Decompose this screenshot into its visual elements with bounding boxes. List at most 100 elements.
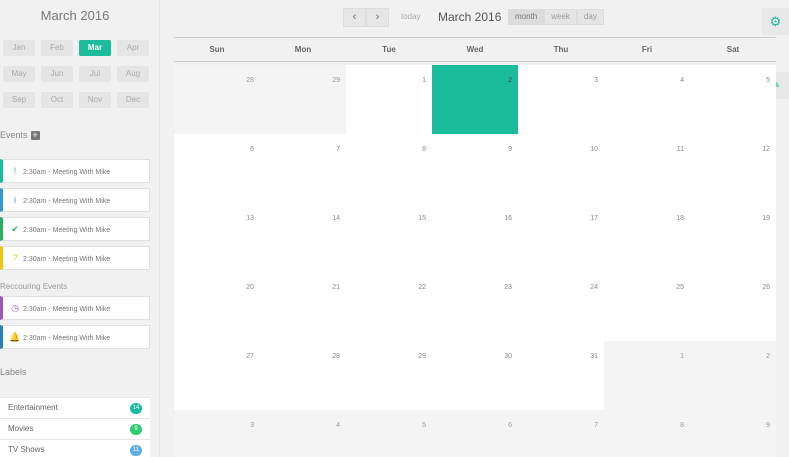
day-number: 16 [504, 215, 512, 222]
event-item[interactable]: ✔ 2:30am - Meeting With Mike [0, 217, 150, 241]
day-cell[interactable]: 17 [518, 203, 604, 272]
month-sep[interactable]: Sep [3, 92, 35, 108]
sidebar: March 2016 Jan Feb Mar Apr May Jun Jul Aug Sep Oc… [0, 0, 160, 457]
day-number: 29 [418, 353, 426, 360]
day-cell[interactable]: 2 [690, 341, 776, 410]
event-item[interactable]: ! 2:30am - Meeting With Mike [0, 159, 150, 183]
day-cell[interactable]: 5 [690, 65, 776, 134]
month-mar[interactable]: Mar [79, 40, 111, 56]
event-label: 2:30am - Meeting With Mike [23, 335, 111, 342]
event-item[interactable]: i 2:30am - Meeting With Mike [0, 188, 150, 212]
day-cell[interactable]: 1 [604, 341, 690, 410]
day-cell[interactable]: 9 [432, 134, 518, 203]
day-cell[interactable]: 3 [174, 410, 260, 457]
day-number: 2 [766, 353, 770, 360]
day-number: 1 [422, 77, 426, 84]
label-name: Movies [8, 424, 34, 433]
label-movies[interactable]: Movies 9 [0, 418, 150, 439]
day-cell[interactable]: 7 [518, 410, 604, 457]
day-cell[interactable]: 29 [260, 65, 346, 134]
day-cell[interactable]: 7 [260, 134, 346, 203]
weekday-fri: Fri [641, 45, 653, 54]
day-cell[interactable]: 31 [518, 341, 604, 410]
day-cell[interactable]: 28 [260, 341, 346, 410]
today-button[interactable]: today [401, 12, 421, 21]
day-cell[interactable]: 6 [432, 410, 518, 457]
label-tv-shows[interactable]: TV Shows 11 [0, 439, 150, 457]
day-cell[interactable]: 16 [432, 203, 518, 272]
label-name: TV Shows [8, 445, 45, 454]
events-section: Events + [0, 130, 40, 141]
week-row: 20 21 22 23 24 25 26 [174, 272, 776, 341]
month-jul[interactable]: Jul [79, 66, 111, 82]
day-cell[interactable]: 4 [604, 65, 690, 134]
day-cell[interactable]: 6 [174, 134, 260, 203]
day-cell[interactable]: 13 [174, 203, 260, 272]
day-cell[interactable]: 26 [690, 272, 776, 341]
next-button[interactable]: › [366, 8, 389, 27]
day-cell[interactable]: 20 [174, 272, 260, 341]
month-view-button[interactable]: month [508, 9, 545, 25]
month-nov[interactable]: Nov [79, 92, 111, 108]
gear-icon[interactable]: ⚙ [762, 8, 789, 35]
day-cell[interactable]: 10 [518, 134, 604, 203]
day-cell[interactable]: 11 [604, 134, 690, 203]
day-number: 9 [766, 422, 770, 429]
week-row: 13 14 15 16 17 18 19 [174, 203, 776, 272]
prev-button[interactable]: ‹ [343, 8, 366, 27]
month-jun[interactable]: Jun [41, 66, 73, 82]
month-jan[interactable]: Jan [3, 40, 35, 56]
day-number: 15 [418, 215, 426, 222]
day-cell[interactable]: 9 [690, 410, 776, 457]
day-cell[interactable]: 14 [260, 203, 346, 272]
month-apr[interactable]: Apr [117, 40, 149, 56]
day-number: 8 [680, 422, 684, 429]
day-number: 13 [246, 215, 254, 222]
day-cell[interactable]: 30 [432, 341, 518, 410]
day-cell[interactable]: 3 [518, 65, 604, 134]
month-dec[interactable]: Dec [117, 92, 149, 108]
event-item[interactable]: ◷ 2:30am - Meeting With Mike [0, 296, 150, 320]
day-cell[interactable]: 24 [518, 272, 604, 341]
info-icon: i [14, 195, 16, 205]
day-cell[interactable]: 18 [604, 203, 690, 272]
label-name: Entertainment [8, 403, 58, 412]
day-number: 27 [246, 353, 254, 360]
weekday-mon: Mon [294, 45, 312, 54]
day-cell[interactable]: 4 [260, 410, 346, 457]
add-event-icon[interactable]: + [30, 131, 40, 141]
month-aug[interactable]: Aug [117, 66, 149, 82]
day-cell[interactable]: 28 [174, 65, 260, 134]
question-icon: ? [12, 253, 18, 263]
day-cell[interactable]: 8 [604, 410, 690, 457]
event-item[interactable]: 🔔 2:30am - Meeting With Mike [0, 325, 150, 349]
day-cell[interactable]: 5 [346, 410, 432, 457]
day-number: 28 [246, 77, 254, 84]
day-cell[interactable]: 8 [346, 134, 432, 203]
event-label: 2:30am - Meeting With Mike [23, 306, 111, 313]
month-may[interactable]: May [3, 66, 35, 82]
weekday-sun: Sun [209, 45, 225, 54]
day-cell[interactable]: 15 [346, 203, 432, 272]
day-number: 6 [508, 422, 512, 429]
week-view-button[interactable]: week [544, 9, 577, 25]
label-entertainment[interactable]: Entertainment 14 [0, 397, 150, 418]
weekday-header: Sun Mon Tue Wed Thu Fri Sat [174, 37, 776, 62]
month-oct[interactable]: Oct [41, 92, 73, 108]
month-feb[interactable]: Feb [41, 40, 73, 56]
clock-icon: ◷ [11, 303, 19, 313]
day-cell[interactable]: 1 [346, 65, 432, 134]
day-cell[interactable]: 12 [690, 134, 776, 203]
day-view-button[interactable]: day [576, 9, 604, 25]
today-day-cell[interactable]: 2 [432, 65, 518, 134]
day-cell[interactable]: 21 [260, 272, 346, 341]
day-cell[interactable]: 29 [346, 341, 432, 410]
day-cell[interactable]: 22 [346, 272, 432, 341]
calendar-main: ‹ › today March 2016 monthweekday ⚙ ✎ Su… [160, 0, 789, 457]
day-cell[interactable]: 25 [604, 272, 690, 341]
day-cell[interactable]: 23 [432, 272, 518, 341]
labels-title: Labels [0, 367, 27, 377]
day-cell[interactable]: 19 [690, 203, 776, 272]
event-item[interactable]: ? 2:30am - Meeting With Mike [0, 246, 150, 270]
day-cell[interactable]: 27 [174, 341, 260, 410]
